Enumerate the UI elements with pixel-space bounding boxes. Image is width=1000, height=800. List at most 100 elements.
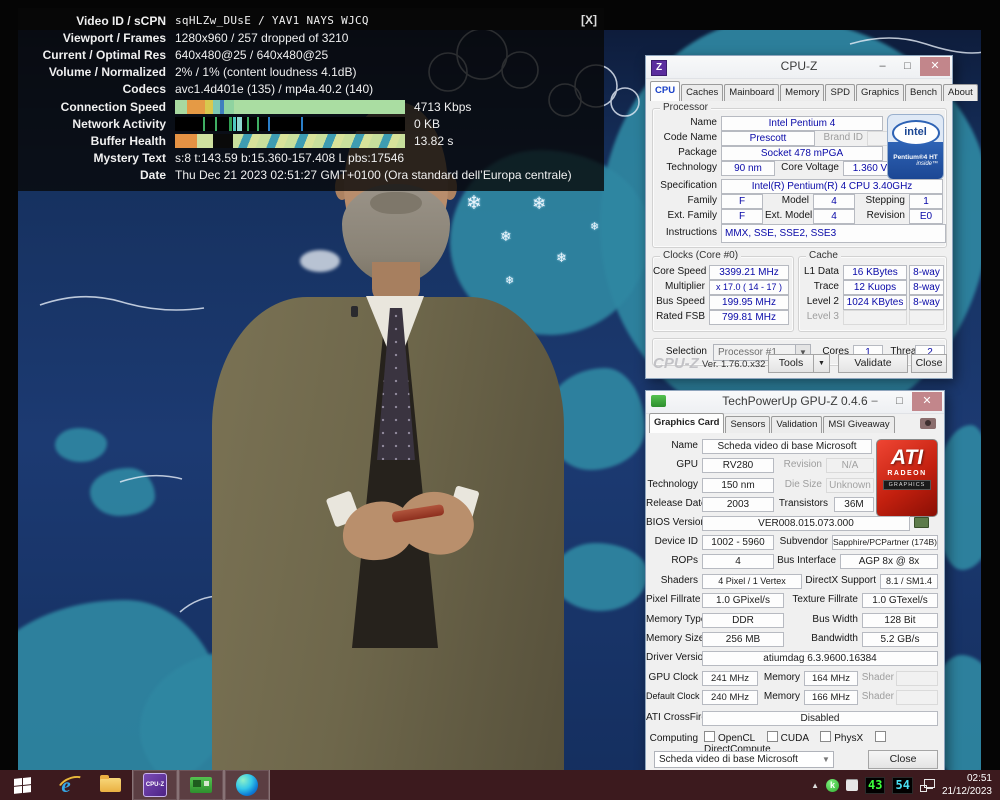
folder-icon — [100, 778, 121, 792]
l1-assoc-field: 8-way — [909, 265, 944, 280]
gpu-bandwidth-field: 5.2 GB/s — [862, 632, 938, 647]
taskbar-edge[interactable] — [224, 770, 270, 800]
gpu-technology-field: 150 nm — [702, 478, 774, 493]
physx-checkbox[interactable] — [820, 731, 831, 742]
close-button[interactable]: ✕ — [912, 392, 942, 411]
snowflake-icon: ❄ — [590, 220, 599, 233]
maximize-button[interactable]: □ — [887, 392, 912, 411]
directcompute-checkbox[interactable] — [875, 731, 886, 742]
gpu-selection-dropdown[interactable]: Scheda video di base Microsoft ▼ — [654, 751, 834, 768]
letterbox-right — [981, 0, 1000, 800]
gpu-temp-monitor[interactable]: 54 — [892, 777, 912, 794]
cpu-technology-field: 90 nm — [721, 161, 775, 176]
tab-memory[interactable]: Memory — [780, 84, 824, 101]
minimize-button[interactable]: – — [862, 392, 887, 411]
bios-chip-icon[interactable] — [914, 517, 929, 528]
tab-about[interactable]: About — [943, 84, 978, 101]
letterbox-left — [0, 0, 18, 800]
cloud-puff — [398, 205, 444, 231]
cpu-name-field: Intel Pentium 4 — [721, 116, 883, 131]
cpuz-titlebar[interactable]: Z CPU-Z – □ ✕ — [646, 56, 952, 79]
opencl-label: OpenCL — [718, 733, 755, 744]
tray-icon-usb[interactable] — [846, 779, 858, 791]
tray-icon-k[interactable]: k — [826, 779, 839, 792]
cpuz-tab-bar: CPU Caches Mainboard Memory SPD Graphics… — [650, 82, 979, 101]
l2-assoc-field: 8-way — [909, 295, 944, 310]
screenshot-camera-icon[interactable] — [920, 418, 936, 429]
close-button[interactable]: ✕ — [920, 57, 950, 76]
cpu-temp-monitor[interactable]: 43 — [865, 777, 885, 794]
stat-value: avc1.4d401e (135) / mp4a.40.2 (140) — [175, 82, 373, 96]
clock-time: 02:51 — [942, 772, 992, 785]
gpu-deviceid-field: 1002 - 5960 — [702, 535, 774, 550]
cpuz-close-button[interactable]: Close — [911, 354, 947, 373]
gpuz-close-button[interactable]: Close — [868, 750, 938, 769]
tab-msi-giveaway[interactable]: MSI Giveaway — [823, 416, 894, 433]
edge-icon — [236, 774, 258, 796]
tools-dropdown-arrow[interactable]: ▼ — [813, 354, 830, 373]
taskbar-clock[interactable]: 02:51 21/12/2023 — [942, 772, 992, 798]
stat-value: 13.82 s — [414, 134, 453, 148]
opencl-checkbox[interactable] — [704, 731, 715, 742]
taskbar-gpuz[interactable] — [178, 770, 224, 800]
stat-label: Buffer Health — [20, 134, 166, 148]
stat-label: Viewport / Frames — [20, 31, 166, 45]
gpu-defaultmemclock-field: 166 MHz — [804, 690, 858, 705]
stat-label: Codecs — [20, 82, 166, 96]
stat-value: 1280x960 / 257 dropped of 3210 — [175, 31, 348, 45]
stat-label: Connection Speed — [20, 100, 166, 114]
taskbar-file-explorer[interactable] — [88, 770, 132, 800]
tab-caches[interactable]: Caches — [681, 84, 723, 101]
gpu-crossfire-field: Disabled — [702, 711, 938, 726]
gpu-diesize-field: Unknown — [826, 478, 874, 493]
cpu-specification-field: Intel(R) Pentium(R) 4 CPU 3.40GHz — [721, 179, 943, 194]
minimize-button[interactable]: – — [870, 57, 895, 76]
tab-graphics-card[interactable]: Graphics Card — [649, 413, 724, 433]
gpuz-tab-bar: Graphics Card Sensors Validation MSI Giv… — [649, 414, 896, 433]
cpuz-logo: CPU-Z — [653, 355, 699, 372]
tab-bench[interactable]: Bench — [905, 84, 942, 101]
snowflake-icon: ❄ — [556, 250, 567, 266]
tab-spd[interactable]: SPD — [825, 84, 855, 101]
intel-pentium4-badge: intel Pentium®4 HT inside™ — [887, 114, 944, 180]
gpu-texturefillrate-field: 1.0 GTexel/s — [862, 593, 938, 608]
show-hidden-icons-button[interactable]: ▲ — [811, 781, 819, 790]
tab-sensors[interactable]: Sensors — [725, 416, 770, 433]
gpu-memclock-field: 164 MHz — [804, 671, 858, 686]
gpu-memorysize-field: 256 MB — [702, 632, 784, 647]
l2-field: 1024 KBytes — [843, 295, 907, 310]
tab-cpu[interactable]: CPU — [650, 81, 680, 101]
network-icon[interactable] — [920, 779, 935, 792]
tab-graphics[interactable]: Graphics — [856, 84, 904, 101]
tools-button[interactable]: Tools — [768, 354, 814, 373]
maximize-button[interactable]: □ — [895, 57, 920, 76]
gpu-defaultshaderclock-field — [896, 690, 938, 705]
cpu-family-field: F — [721, 194, 763, 209]
gpu-driver-field: atiumdag 6.3.9600.16384 — [702, 651, 938, 666]
snowflake-icon: ❄ — [500, 228, 512, 245]
tab-mainboard[interactable]: Mainboard — [724, 84, 779, 101]
gpu-pixelfillrate-field: 1.0 GPixel/s — [702, 593, 784, 608]
gpu-buswidth-field: 128 Bit — [862, 613, 938, 628]
start-button[interactable] — [0, 770, 44, 800]
gpuz-titlebar[interactable]: TechPowerUp GPU-Z 0.4.6 – □ ✕ — [646, 391, 944, 414]
tab-validation[interactable]: Validation — [771, 416, 822, 433]
gpu-subvendor-field: Sapphire/PCPartner (174B) — [832, 535, 938, 550]
stat-label: Video ID / sCPN — [20, 14, 166, 28]
gpu-bios-field: VER008.015.073.000 — [702, 516, 910, 531]
validate-button[interactable]: Validate — [838, 354, 908, 373]
taskbar-cpuz[interactable]: CPU-Z — [132, 770, 178, 800]
system-tray: ▲ k 43 54 02:51 21/12/2023 — [811, 772, 1000, 798]
cpuz-window: Z CPU-Z – □ ✕ CPU Caches Mainboard Memor… — [645, 55, 953, 379]
desktop-screen: ❄ ❄ ❄ ❄ ❄ ❄ [X] Video ID / — [0, 0, 1000, 800]
internet-explorer-icon: e — [61, 773, 70, 798]
gpu-transistors-field: 36M — [834, 497, 874, 512]
stat-value: Thu Dec 21 2023 02:51:27 GMT+0100 (Ora s… — [175, 168, 572, 182]
stat-value: 0 KB — [414, 117, 440, 131]
taskbar-internet-explorer[interactable]: e — [44, 770, 88, 800]
sun-cloud-icon — [452, 630, 532, 666]
cuda-checkbox[interactable] — [767, 731, 778, 742]
stats-close-button[interactable]: [X] — [581, 13, 597, 27]
stat-label: Volume / Normalized — [20, 65, 166, 79]
snowflake-icon: ❄ — [466, 192, 482, 215]
